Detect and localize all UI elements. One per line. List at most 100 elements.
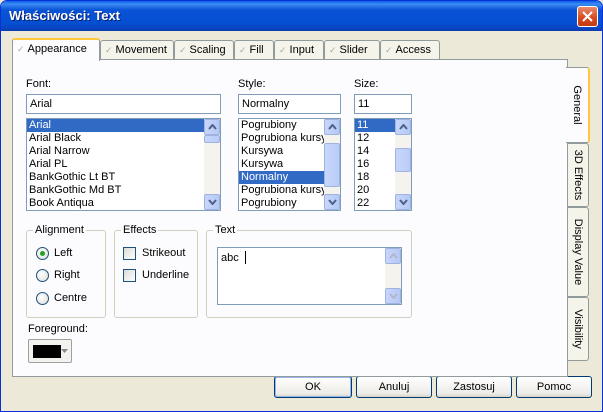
list-item[interactable]: Book Antiqua <box>27 197 204 210</box>
tab-slider[interactable]: ✓ Slider <box>324 40 380 59</box>
list-item[interactable]: Pogrubiona kursywa <box>239 184 324 197</box>
text-value: abc <box>221 252 239 264</box>
list-item[interactable]: BankGothic Lt BT <box>27 171 204 184</box>
side-tab-general[interactable]: General <box>566 67 590 143</box>
list-item[interactable]: 16 <box>355 158 395 171</box>
scroll-thumb[interactable] <box>204 135 220 143</box>
ok-button[interactable]: OK <box>274 376 352 398</box>
list-item[interactable]: 18 <box>355 171 395 184</box>
size-input[interactable]: 11 <box>354 94 412 114</box>
list-item[interactable]: Pogrubiona kursywa <box>239 132 324 145</box>
list-item[interactable]: Pogrubiony <box>239 119 324 132</box>
align-right-radio[interactable] <box>36 269 49 282</box>
tab-label: Input <box>289 44 315 56</box>
side-tab-visibility[interactable]: Visibility <box>567 297 589 361</box>
list-item[interactable]: Arial <box>27 119 204 132</box>
close-icon <box>582 11 593 22</box>
check-icon: ✓ <box>385 45 393 55</box>
title-bar[interactable]: Właściwości: Text <box>1 1 602 31</box>
appearance-panel: Font: Arial Arial Arial Black Arial Narrow… <box>12 59 568 377</box>
scroll-up-button[interactable] <box>385 248 401 264</box>
scroll-up-button[interactable] <box>395 119 411 135</box>
tab-scaling[interactable]: ✓ Scaling <box>174 40 234 59</box>
effects-label: Effects <box>121 224 159 236</box>
scroll-down-button[interactable] <box>324 194 340 210</box>
side-tab-display-value[interactable]: Display Value <box>567 207 589 297</box>
scroll-down-button[interactable] <box>204 194 220 210</box>
close-button[interactable] <box>577 6 598 27</box>
size-list-items: 1112141618202224 <box>355 119 395 211</box>
scroll-down-button[interactable] <box>395 194 411 210</box>
side-tab-strip: General 3D Effects Display Value Visibil… <box>566 59 591 379</box>
size-list[interactable]: 1112141618202224 <box>354 118 412 211</box>
list-item[interactable]: Arial Narrow <box>27 145 204 158</box>
list-item[interactable]: Arial Black <box>27 132 204 145</box>
list-item[interactable]: BankGothic Md BT <box>27 184 204 197</box>
chevron-down-icon <box>328 199 337 205</box>
list-item[interactable]: 22 <box>355 197 395 210</box>
strikeout-label: Strikeout <box>142 247 186 259</box>
align-centre-radio[interactable] <box>36 292 49 305</box>
text-group: Text abc <box>206 224 412 318</box>
chevron-down-icon <box>389 293 398 299</box>
foreground-label: Foreground: <box>28 323 88 335</box>
style-list-scrollbar[interactable] <box>324 119 340 210</box>
scroll-down-button[interactable] <box>385 288 401 304</box>
align-left-label: Left <box>54 247 73 259</box>
style-label: Style: <box>238 78 266 90</box>
list-item[interactable]: Normalny <box>239 171 324 184</box>
tab-label: Fill <box>249 44 264 56</box>
tab-input[interactable]: ✓ Input <box>274 40 324 59</box>
list-item[interactable]: 11 <box>355 119 395 132</box>
foreground-color-picker[interactable] <box>28 339 72 363</box>
list-item[interactable]: 20 <box>355 184 395 197</box>
size-list-scrollbar[interactable] <box>395 119 411 210</box>
scroll-up-button[interactable] <box>324 119 340 135</box>
list-item[interactable]: 24 <box>355 210 395 211</box>
check-icon: ✓ <box>279 45 287 55</box>
chevron-up-icon <box>389 253 398 259</box>
strikeout-checkbox[interactable] <box>123 247 136 260</box>
font-list[interactable]: Arial Arial Black Arial Narrow Arial PL Bank… <box>26 118 221 211</box>
list-item[interactable]: 12 <box>355 132 395 145</box>
font-list-scrollbar[interactable] <box>204 119 220 210</box>
font-list-items: Arial Arial Black Arial Narrow Arial PL Bank… <box>27 119 204 211</box>
style-input[interactable]: Normalny <box>238 94 341 114</box>
side-tab-label: Display Value <box>571 218 584 286</box>
dialog-client-area: ✓ Appearance ✓ Movement ✓ Scaling ✓ Fill ✓ In… <box>4 31 599 409</box>
list-item[interactable]: Kursywa <box>239 158 324 171</box>
tab-access[interactable]: ✓ Access <box>380 40 440 59</box>
scroll-thumb[interactable] <box>324 143 340 187</box>
alignment-group: Alignment Left Right Centre <box>26 224 106 318</box>
font-label: Font: <box>26 78 52 90</box>
side-tab-3d-effects[interactable]: 3D Effects <box>567 143 589 207</box>
check-icon: ✓ <box>329 45 337 55</box>
list-item[interactable]: Kursywa <box>239 145 324 158</box>
tab-label: Access <box>395 44 432 56</box>
list-item[interactable]: Bookman Old Style <box>27 210 204 211</box>
list-item[interactable]: Arial PL <box>27 158 204 171</box>
cancel-button[interactable]: Anuluj <box>356 376 432 398</box>
scroll-thumb[interactable] <box>395 148 411 172</box>
tab-label: Movement <box>115 44 167 56</box>
text-scrollbar[interactable] <box>385 248 401 304</box>
check-icon: ✓ <box>239 45 247 55</box>
underline-checkbox[interactable] <box>123 269 136 282</box>
window-title: Właściwości: Text <box>9 8 121 23</box>
chevron-down-icon <box>61 349 68 353</box>
style-list[interactable]: PogrubionyPogrubiona kursywaKursywaKursy… <box>238 118 341 211</box>
text-input[interactable]: abc <box>217 247 402 305</box>
apply-button[interactable]: Zastosuj <box>436 376 512 398</box>
help-button[interactable]: Pomoc <box>516 376 592 398</box>
scroll-up-button[interactable] <box>204 119 220 135</box>
font-input[interactable]: Arial <box>26 94 221 114</box>
tab-appearance[interactable]: ✓ Appearance <box>12 38 100 61</box>
align-left-radio[interactable] <box>36 247 49 260</box>
check-icon: ✓ <box>17 44 25 54</box>
list-item[interactable]: Pogrubiony <box>239 197 324 210</box>
alignment-label: Alignment <box>33 224 86 236</box>
tab-movement[interactable]: ✓ Movement <box>100 40 174 59</box>
list-item[interactable]: 14 <box>355 145 395 158</box>
chevron-up-icon <box>328 124 337 130</box>
tab-fill[interactable]: ✓ Fill <box>234 40 274 59</box>
